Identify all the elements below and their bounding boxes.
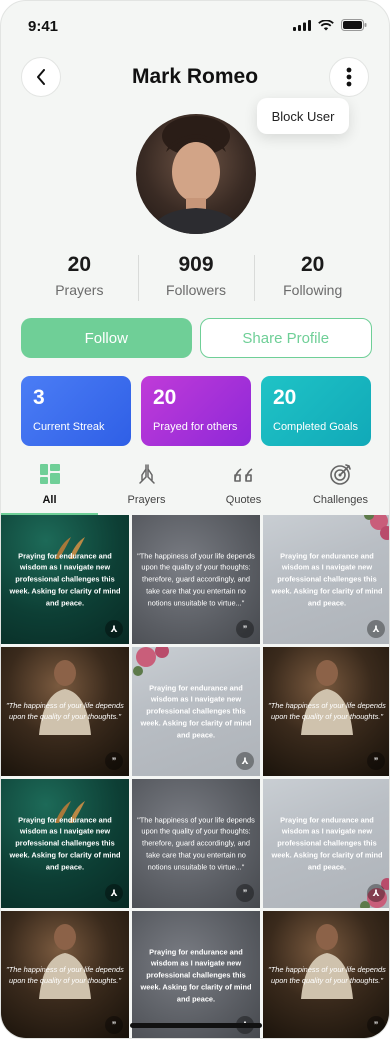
card-value: 20 <box>153 386 177 409</box>
tab-label: Challenges <box>312 494 369 506</box>
card-label: Completed Goals <box>273 421 358 433</box>
prayer-text: Praying for endurance and wisdom as I na… <box>9 550 121 608</box>
quote-post-tile[interactable]: "The happiness of your life depends upon… <box>263 647 389 776</box>
prayer-post-tile[interactable]: Praying for endurance and wisdom as I na… <box>263 515 389 644</box>
tab-label: Quotes <box>225 494 262 506</box>
achievement-cards: 3 Current Streak 20 Prayed for others 20… <box>21 376 371 446</box>
stat-value: 909 <box>178 253 214 276</box>
header: Mark Romeo <box>1 57 389 99</box>
praying-hands-icon: ⅄ <box>367 884 385 902</box>
grid-icon <box>39 464 60 484</box>
stat-value: 20 <box>67 253 92 276</box>
quote-text: "The happiness of your life depends upon… <box>268 700 386 722</box>
praying-hands-icon: ⅄ <box>367 620 385 638</box>
quote-icon: ” <box>236 620 254 638</box>
profile-stats: 20 Prayers 909 Followers 20 Following <box>21 253 371 303</box>
current-streak-card[interactable]: 3 Current Streak <box>21 376 131 446</box>
quote-icon <box>233 468 252 482</box>
tab-label: All <box>42 494 57 506</box>
prayer-post-tile[interactable]: Praying for endurance and wisdom as I na… <box>132 647 260 776</box>
quote-icon: ” <box>367 1016 385 1034</box>
prayer-text: Praying for endurance and wisdom as I na… <box>271 550 383 608</box>
stat-following[interactable]: 20 Following <box>254 253 371 303</box>
quote-icon: ” <box>105 752 123 770</box>
quote-text: "The happiness of your life depends upon… <box>6 700 124 722</box>
prayed-for-others-card[interactable]: 20 Prayed for others <box>141 376 251 446</box>
stat-prayers[interactable]: 20 Prayers <box>21 253 138 303</box>
stat-value: 20 <box>301 253 325 276</box>
tab-prayers[interactable]: Prayers <box>98 461 195 513</box>
prayer-post-tile[interactable]: Praying for endurance and wisdom as I na… <box>263 779 389 908</box>
stat-label: Prayers <box>55 282 104 298</box>
card-label: Prayed for others <box>153 421 238 433</box>
prayer-text: Praying for endurance and wisdom as I na… <box>140 682 252 740</box>
completed-goals-card[interactable]: 20 Completed Goals <box>261 376 371 446</box>
quote-text: "The happiness of your life depends upon… <box>137 550 255 608</box>
card-value: 20 <box>273 386 297 409</box>
target-icon <box>329 464 351 485</box>
profile-actions: Follow Share Profile <box>21 318 372 358</box>
home-indicator <box>130 1023 262 1028</box>
tab-label: Prayers <box>127 494 166 506</box>
status-bar: 9:41 <box>1 1 389 49</box>
prayer-post-tile[interactable]: Praying for endurance and wisdom as I na… <box>132 911 260 1038</box>
praying-hands-icon: ⅄ <box>236 752 254 770</box>
tab-all[interactable]: All <box>1 461 98 515</box>
follow-button[interactable]: Follow <box>21 318 192 358</box>
stat-followers[interactable]: 909 Followers <box>137 253 255 303</box>
status-icons <box>293 19 367 31</box>
stat-label: Following <box>283 282 343 298</box>
block-user-menu-item[interactable]: Block User <box>257 98 349 134</box>
posts-grid: Praying for endurance and wisdom as I na… <box>1 515 389 1038</box>
flower-decoration <box>364 515 389 540</box>
wifi-icon <box>318 19 334 30</box>
flower-decoration <box>133 647 169 676</box>
more-options-button[interactable] <box>329 57 369 97</box>
quote-post-tile[interactable]: "The happiness of your life depends upon… <box>132 779 260 908</box>
praying-hands-icon: ⅄ <box>105 620 123 638</box>
prayer-text: Praying for endurance and wisdom as I na… <box>140 946 252 1004</box>
prayer-post-tile[interactable]: Praying for endurance and wisdom as I na… <box>1 515 129 644</box>
content-tabs: All Prayers Quotes Challenges <box>1 461 389 515</box>
battery-icon <box>341 19 367 31</box>
prayer-text: Praying for endurance and wisdom as I na… <box>9 814 121 872</box>
quote-text: "The happiness of your life depends upon… <box>6 964 124 986</box>
signal-icon <box>293 19 311 31</box>
avatar-portrait <box>150 116 242 234</box>
praying-hands-icon <box>138 464 155 484</box>
quote-icon: ” <box>105 1016 123 1034</box>
vertical-dots-icon <box>346 67 352 87</box>
tab-quotes[interactable]: Quotes <box>195 461 292 513</box>
card-label: Current Streak <box>33 421 105 433</box>
quote-post-tile[interactable]: "The happiness of your life depends upon… <box>1 911 129 1038</box>
praying-hands-icon: ⅄ <box>105 884 123 902</box>
stat-label: Followers <box>166 282 226 298</box>
quote-text: "The happiness of your life depends upon… <box>137 814 255 872</box>
quote-icon: ” <box>236 884 254 902</box>
quote-post-tile[interactable]: "The happiness of your life depends upon… <box>263 911 389 1038</box>
card-value: 3 <box>33 386 45 409</box>
quote-icon: ” <box>367 752 385 770</box>
quote-post-tile[interactable]: "The happiness of your life depends upon… <box>1 647 129 776</box>
prayer-post-tile[interactable]: Praying for endurance and wisdom as I na… <box>1 779 129 908</box>
avatar <box>136 114 256 234</box>
status-time: 9:41 <box>28 18 59 35</box>
phone-screen: 9:41 Mark Romeo Block User 20 Prayers 90… <box>0 0 390 1039</box>
prayer-text: Praying for endurance and wisdom as I na… <box>271 814 383 872</box>
quote-post-tile[interactable]: "The happiness of your life depends upon… <box>132 515 260 644</box>
quote-text: "The happiness of your life depends upon… <box>268 964 386 986</box>
tab-challenges[interactable]: Challenges <box>292 461 389 513</box>
share-profile-button[interactable]: Share Profile <box>199 318 372 358</box>
